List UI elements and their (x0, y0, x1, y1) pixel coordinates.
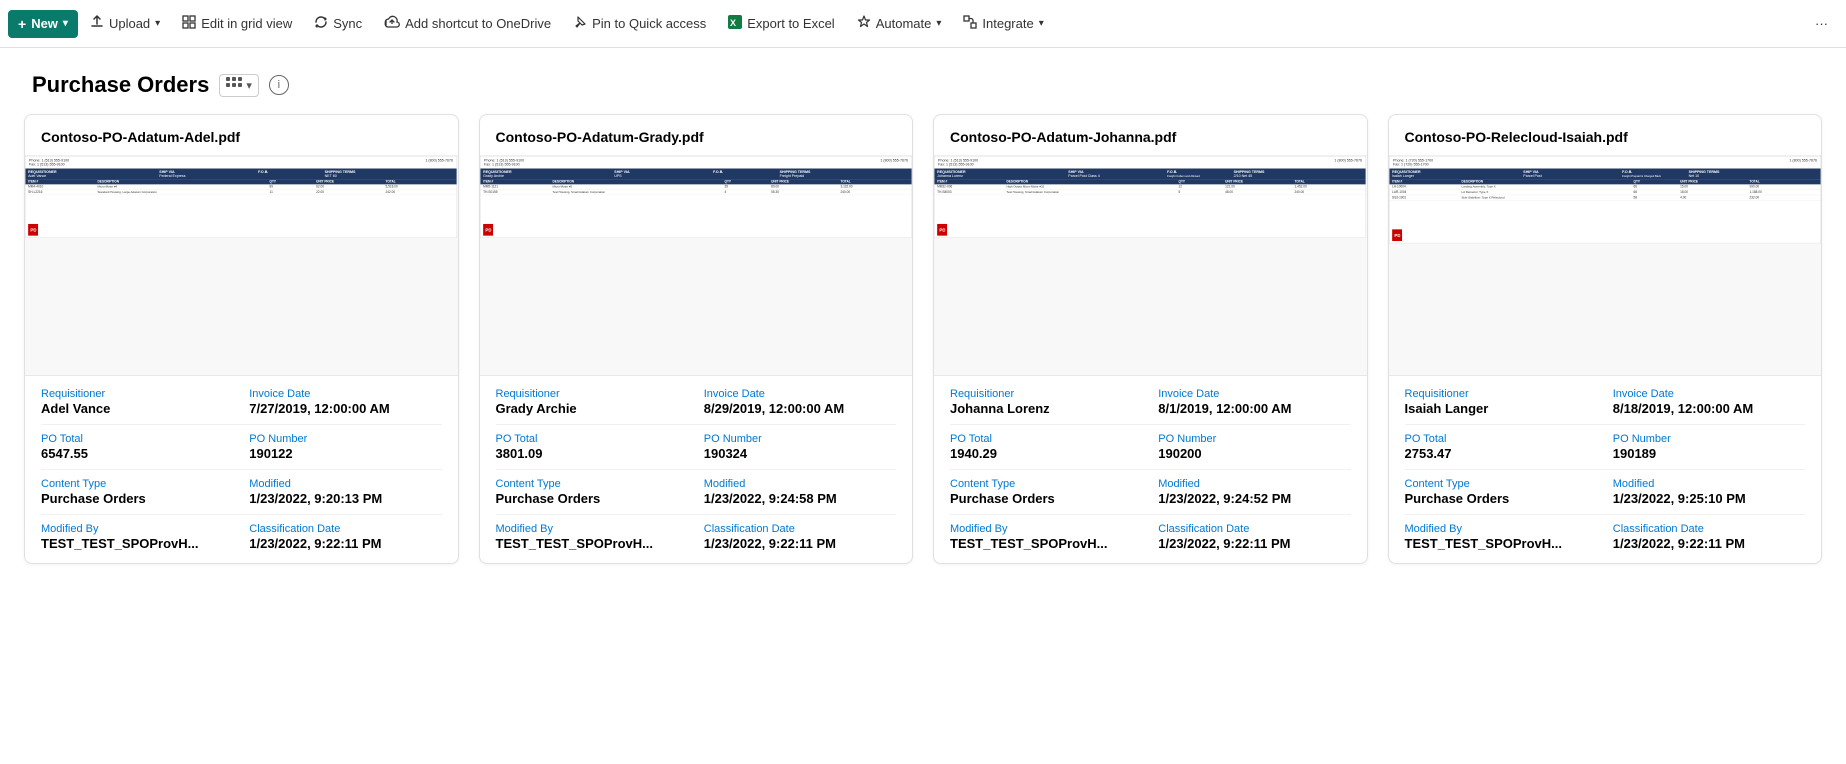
add-shortcut-button[interactable]: Add shortcut to OneDrive (374, 9, 561, 38)
modified-field: Modified 1/23/2022, 9:25:10 PM (1613, 478, 1805, 506)
sync-label: Sync (333, 16, 362, 31)
upload-label: Upload (109, 16, 150, 31)
view-grid-icon (226, 77, 242, 94)
card-filename: Contoso-PO-Adatum-Johanna.pdf (934, 115, 1367, 156)
modified-by-field: Modified By TEST_TEST_SPOProvH... (1405, 523, 1597, 551)
add-shortcut-label: Add shortcut to OneDrive (405, 16, 551, 31)
svg-text:PDF: PDF (485, 228, 491, 233)
svg-text:X: X (730, 18, 736, 28)
modified-field: Modified 1/23/2022, 9:24:58 PM (704, 478, 896, 506)
invoice-date-field: Invoice Date 7/27/2019, 12:00:00 AM (249, 388, 441, 416)
po-number-field: PO Number 190200 (1158, 433, 1350, 461)
document-card-3[interactable]: Contoso-PO-Adatum-Johanna.pdf Phone: 1 (… (933, 114, 1368, 564)
cards-container: Contoso-PO-Adatum-Adel.pdf Phone: 1 (513… (0, 114, 1846, 588)
view-toggle[interactable]: ▾ (219, 74, 259, 97)
excel-icon: X (728, 15, 742, 32)
classification-date-field: Classification Date 1/23/2022, 9:22:11 P… (704, 523, 896, 551)
card-preview: Phone: 1 (720) 555-1700 Fax: 1 (720) 555… (1389, 156, 1822, 376)
integrate-chevron-icon: ▾ (1039, 18, 1044, 29)
classification-date-field: Classification Date 1/23/2022, 9:22:11 P… (1158, 523, 1350, 551)
requisitioner-field: Requisitioner Isaiah Langer (1405, 388, 1597, 416)
modified-by-field: Modified By TEST_TEST_SPOProvH... (41, 523, 233, 551)
card-meta: Requisitioner Johanna Lorenz Invoice Dat… (934, 376, 1367, 563)
invoice-date-field: Invoice Date 8/18/2019, 12:00:00 AM (1613, 388, 1805, 416)
po-number-field: PO Number 190122 (249, 433, 441, 461)
po-total-field: PO Total 1940.29 (950, 433, 1142, 461)
card-meta: Requisitioner Grady Archie Invoice Date … (480, 376, 913, 563)
invoice-date-field: Invoice Date 8/29/2019, 12:00:00 AM (704, 388, 896, 416)
upload-icon (90, 15, 104, 32)
view-chevron-icon: ▾ (246, 79, 252, 92)
document-card-4[interactable]: Contoso-PO-Relecloud-Isaiah.pdf Phone: 1… (1388, 114, 1823, 564)
integrate-button[interactable]: Integrate ▾ (953, 9, 1053, 38)
pin-button[interactable]: Pin to Quick access (563, 9, 716, 38)
content-type-field: Content Type Purchase Orders (41, 478, 233, 506)
automate-button[interactable]: Automate ▾ (847, 9, 952, 38)
card-meta: Requisitioner Adel Vance Invoice Date 7/… (25, 376, 458, 563)
pin-label: Pin to Quick access (592, 16, 706, 31)
svg-text:PDF: PDF (1394, 233, 1400, 238)
page-header: Purchase Orders ▾ i (0, 48, 1846, 114)
po-total-field: PO Total 6547.55 (41, 433, 233, 461)
new-button[interactable]: + New ▾ (8, 10, 78, 38)
card-filename: Contoso-PO-Relecloud-Isaiah.pdf (1389, 115, 1822, 156)
svg-text:PDF: PDF (30, 228, 36, 233)
more-icon: ··· (1815, 16, 1828, 31)
classification-date-field: Classification Date 1/23/2022, 9:22:11 P… (1613, 523, 1805, 551)
new-chevron-icon: ▾ (63, 18, 68, 29)
modified-by-field: Modified By TEST_TEST_SPOProvH... (496, 523, 688, 551)
card-preview: Phone: 1 (513) 555-9100 Fax: 1 (513) 555… (934, 156, 1367, 376)
requisitioner-field: Requisitioner Grady Archie (496, 388, 688, 416)
new-label: New (31, 16, 58, 31)
modified-field: Modified 1/23/2022, 9:20:13 PM (249, 478, 441, 506)
pin-icon (573, 15, 587, 32)
edit-grid-label: Edit in grid view (201, 16, 292, 31)
classification-date-field: Classification Date 1/23/2022, 9:22:11 P… (249, 523, 441, 551)
content-type-field: Content Type Purchase Orders (496, 478, 688, 506)
info-symbol: i (278, 79, 280, 91)
card-preview: Phone: 1 (513) 555-9100 Fax: 1 (513) 555… (25, 156, 458, 376)
requisitioner-field: Requisitioner Adel Vance (41, 388, 233, 416)
integrate-icon (963, 15, 977, 32)
content-type-field: Content Type Purchase Orders (1405, 478, 1597, 506)
export-label: Export to Excel (747, 16, 834, 31)
card-meta: Requisitioner Isaiah Langer Invoice Date… (1389, 376, 1822, 563)
po-total-field: PO Total 2753.47 (1405, 433, 1597, 461)
card-filename: Contoso-PO-Adatum-Adel.pdf (25, 115, 458, 156)
po-total-field: PO Total 3801.09 (496, 433, 688, 461)
upload-chevron-icon: ▾ (155, 18, 160, 29)
integrate-label: Integrate (982, 16, 1033, 31)
po-number-field: PO Number 190324 (704, 433, 896, 461)
more-button[interactable]: ··· (1805, 10, 1838, 37)
toolbar: + New ▾ Upload ▾ Edit in grid view Sync … (0, 0, 1846, 48)
upload-button[interactable]: Upload ▾ (80, 9, 170, 38)
automate-chevron-icon: ▾ (936, 18, 941, 29)
page-title: Purchase Orders (32, 72, 209, 98)
content-type-field: Content Type Purchase Orders (950, 478, 1142, 506)
document-card-1[interactable]: Contoso-PO-Adatum-Adel.pdf Phone: 1 (513… (24, 114, 459, 564)
card-filename: Contoso-PO-Adatum-Grady.pdf (480, 115, 913, 156)
requisitioner-field: Requisitioner Johanna Lorenz (950, 388, 1142, 416)
automate-label: Automate (876, 16, 932, 31)
po-number-field: PO Number 190189 (1613, 433, 1805, 461)
onedrive-icon (384, 15, 400, 32)
grid-icon (182, 15, 196, 32)
card-preview: Phone: 1 (513) 555-9100 Fax: 1 (513) 555… (480, 156, 913, 376)
modified-by-field: Modified By TEST_TEST_SPOProvH... (950, 523, 1142, 551)
document-card-2[interactable]: Contoso-PO-Adatum-Grady.pdf Phone: 1 (51… (479, 114, 914, 564)
automate-icon (857, 15, 871, 32)
info-icon[interactable]: i (269, 75, 289, 95)
export-button[interactable]: X Export to Excel (718, 9, 844, 38)
sync-icon (314, 15, 328, 32)
plus-icon: + (18, 16, 26, 32)
invoice-date-field: Invoice Date 8/1/2019, 12:00:00 AM (1158, 388, 1350, 416)
modified-field: Modified 1/23/2022, 9:24:52 PM (1158, 478, 1350, 506)
sync-button[interactable]: Sync (304, 9, 372, 38)
svg-text:PDF: PDF (939, 228, 945, 233)
edit-grid-button[interactable]: Edit in grid view (172, 9, 302, 38)
